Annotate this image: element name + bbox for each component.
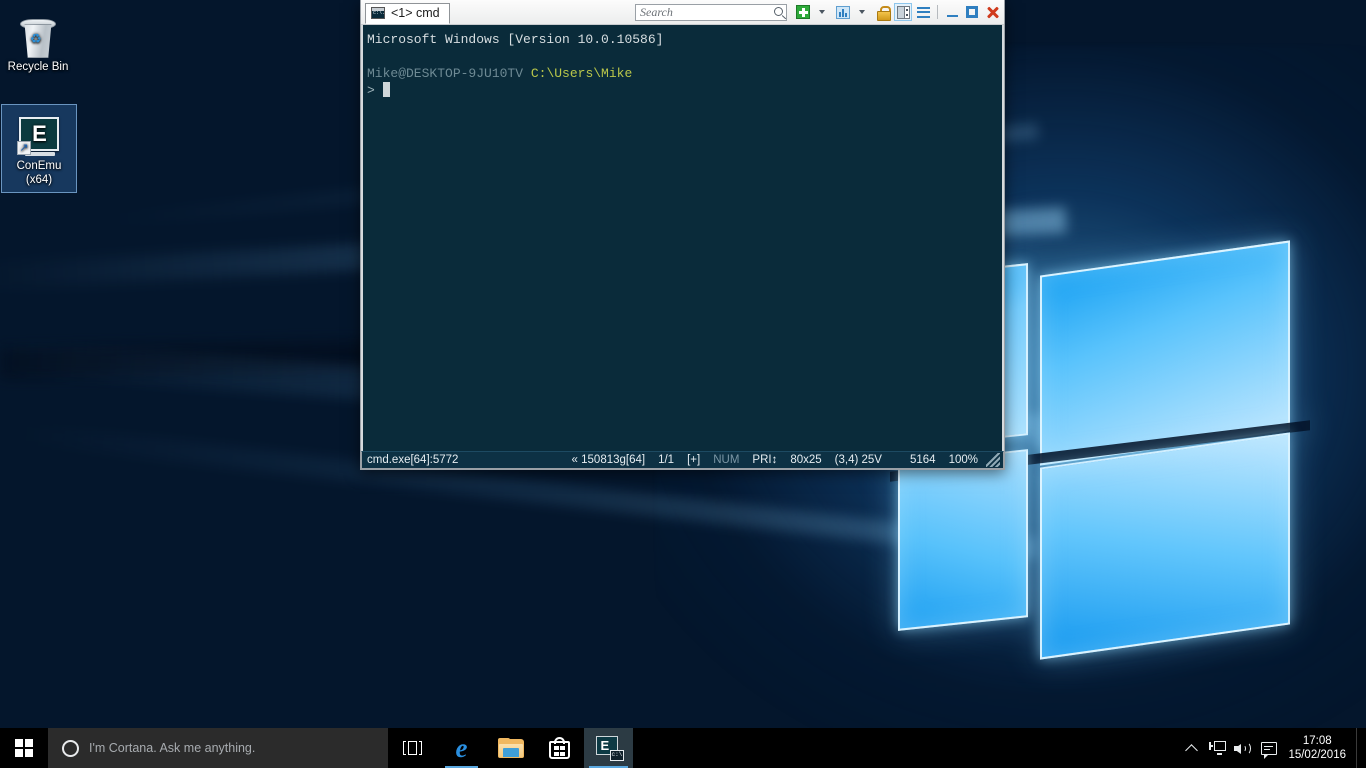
status-process: cmd.exe[64]:5772 [367,454,458,466]
chevron-up-icon [1185,744,1198,757]
console-output-area[interactable]: Microsoft Windows [Version 10.0.10586] M… [361,25,1004,451]
clock-time: 17:08 [1288,734,1346,748]
store-button[interactable] [535,728,584,768]
recycle-bin-icon: ♻ [2,10,74,60]
taskbar[interactable]: I'm Cortana. Ask me anything. e [0,728,1366,768]
volume-button[interactable] [1230,728,1256,768]
tab-label: <1> cmd [391,6,440,20]
system-menu-button[interactable] [914,3,932,21]
system-tray[interactable]: 17:08 15/02/2016 [1178,728,1366,768]
close-x-icon [986,6,999,19]
search-input[interactable]: Search [635,4,787,21]
minimize-icon [947,15,958,17]
panel-split-icon [897,6,910,19]
green-plus-icon [796,5,810,19]
status-pane-dropdown[interactable] [854,3,872,21]
maximize-icon [966,6,978,18]
task-view-icon [403,741,422,755]
status-cursor-position: (3,4) 25V [835,454,882,466]
hamburger-icon [917,7,930,18]
status-priority: PRI↕ [752,454,777,466]
folder-icon [498,738,524,758]
search-icon [774,7,783,16]
conemu-icon: E ↗ [4,109,74,159]
console-line-version: Microsoft Windows [Version 10.0.10586] [367,32,663,47]
status-memory: 5164 [910,454,936,466]
action-center-button[interactable] [1256,728,1282,768]
task-view-button[interactable] [388,728,437,768]
desktop-icon-label: Recycle Bin [2,60,74,74]
desktop-icon-label: ConEmu [4,159,74,173]
desktop-icon-conemu[interactable]: E ↗ ConEmu (x64) [1,104,77,193]
desktop[interactable]: ♻ Recycle Bin E ↗ ConEmu (x64) <1> cmd S… [0,0,1366,768]
file-explorer-button[interactable] [486,728,535,768]
toolbar-divider [937,5,938,19]
new-console-dropdown[interactable] [814,3,832,21]
speaker-icon [1234,741,1252,756]
cortana-circle-icon [62,740,79,757]
logo-pane-bottom-left [898,449,1028,631]
conemu-taskbar-button[interactable]: E [584,728,633,768]
show-hidden-icons-button[interactable] [1178,728,1204,768]
windows-logo-icon [15,739,33,757]
lock-icon [877,6,889,19]
prompt-user-host: Mike@DESKTOP-9JU10TV [367,66,523,81]
cortana-placeholder: I'm Cortana. Ask me anything. [89,741,255,755]
admin-lock-button[interactable] [874,3,892,21]
edge-icon: e [456,735,468,762]
status-pane-button[interactable] [834,3,852,21]
show-desktop-button[interactable] [1356,728,1364,768]
prompt-symbol: > [367,83,375,98]
split-panes-button[interactable] [894,3,912,21]
edge-button[interactable]: e [437,728,486,768]
chevron-down-icon [859,10,865,14]
desktop-icon-sublabel: (x64) [4,173,74,187]
search-placeholder: Search [640,5,673,20]
shortcut-arrow-icon: ↗ [17,141,31,155]
console-icon [371,7,385,19]
status-flags: [+] [687,454,700,466]
conemu-status-bar: cmd.exe[64]:5772 « 150813g[64] 1/1 [+] N… [361,451,1004,469]
network-button[interactable] [1204,728,1230,768]
text-cursor [383,82,390,97]
conemu-window[interactable]: <1> cmd Search [360,0,1005,470]
desktop-icon-recycle-bin[interactable]: ♻ Recycle Bin [0,6,76,79]
conemu-tab-cmd[interactable]: <1> cmd [365,3,450,24]
status-num-lock: NUM [713,454,739,466]
start-button[interactable] [0,728,48,768]
minimize-button[interactable] [943,3,961,21]
status-tab-count: 1/1 [658,454,674,466]
status-zoom: 100% [949,454,978,466]
new-console-button[interactable] [794,3,812,21]
taskbar-clock[interactable]: 17:08 15/02/2016 [1282,734,1356,762]
maximize-button[interactable] [963,3,981,21]
prompt-path: C:\Users\Mike [531,66,632,81]
network-icon [1209,741,1226,755]
status-build: « 150813g[64] [572,454,646,466]
logo-pane-bottom-right [1040,432,1290,659]
resize-grip[interactable] [986,453,1000,467]
clock-date: 15/02/2016 [1288,748,1346,762]
chevron-down-icon [819,10,825,14]
chat-bubble-icon [1261,742,1277,755]
close-button[interactable] [983,3,1001,21]
conemu-titlebar[interactable]: <1> cmd Search [361,0,1004,25]
cortana-search-box[interactable]: I'm Cortana. Ask me anything. [48,728,388,768]
conemu-icon: E [596,736,622,760]
store-bag-icon [549,737,570,759]
status-buffer-size: 80x25 [790,454,821,466]
chart-icon [836,6,850,19]
